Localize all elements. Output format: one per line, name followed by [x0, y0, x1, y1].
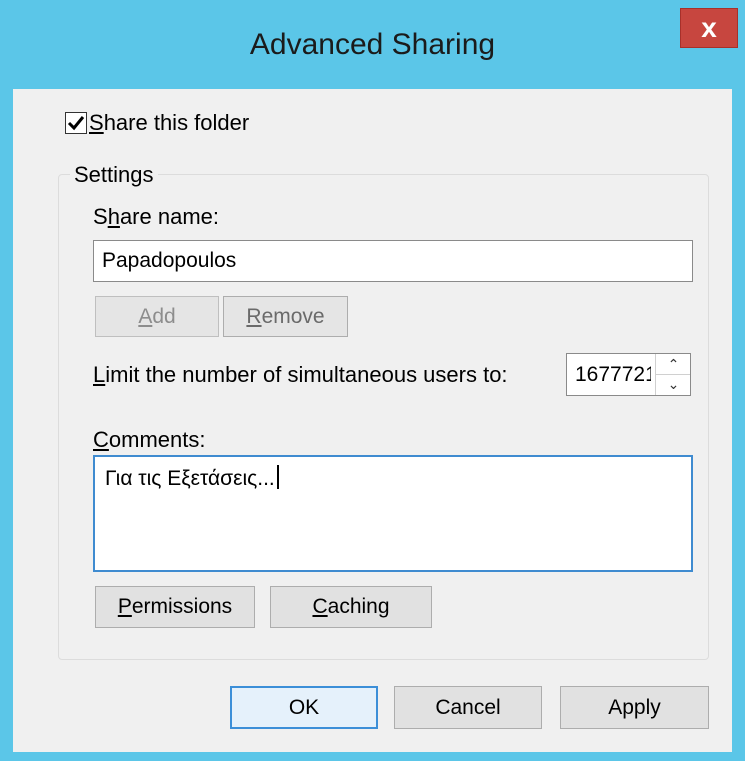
text-caret	[276, 465, 279, 489]
comments-accel: C	[93, 427, 109, 452]
remove-button[interactable]: Remove	[223, 296, 348, 337]
checkmark-icon	[67, 116, 85, 131]
limit-users-label: Limit the number of simultaneous users t…	[93, 362, 508, 388]
ok-button[interactable]: OK	[230, 686, 378, 729]
caching-label: aching	[327, 595, 390, 618]
comments-label: Comments:	[93, 427, 205, 453]
caching-button[interactable]: Caching	[270, 586, 432, 628]
add-accel: A	[138, 305, 153, 328]
comments-textarea[interactable]: Για τις Εξετάσεις...	[93, 455, 693, 572]
add-button[interactable]: Add	[95, 296, 219, 337]
comments-label-text: omments:	[108, 427, 206, 452]
share-name-accel: h	[107, 204, 120, 229]
share-folder-label[interactable]: Share this folder	[89, 110, 249, 136]
share-folder-label-text: hare this folder	[103, 110, 250, 135]
limit-label-text: imit the number of simultaneous users to…	[105, 362, 508, 387]
add-label: dd	[152, 305, 176, 328]
cancel-button[interactable]: Cancel	[394, 686, 542, 729]
share-name-label: Share name:	[93, 204, 219, 230]
share-name-value: Papadopoulos	[102, 249, 237, 272]
user-limit-value[interactable]: 16777216	[575, 363, 651, 387]
advanced-sharing-dialog: Advanced Sharing x Share this folder Set…	[0, 0, 745, 761]
share-name-label-pre: S	[93, 204, 108, 229]
share-folder-accel: S	[89, 110, 104, 135]
share-name-input[interactable]: Papadopoulos	[93, 240, 693, 282]
remove-accel: R	[246, 305, 262, 328]
permissions-accel: P	[117, 595, 132, 618]
close-icon: x	[701, 12, 717, 43]
remove-label: emove	[261, 305, 325, 328]
permissions-button[interactable]: Permissions	[95, 586, 255, 628]
close-button[interactable]: x	[680, 8, 738, 48]
user-limit-spinner[interactable]: 16777216 ⌃ ⌄	[566, 353, 691, 396]
apply-button[interactable]: Apply	[560, 686, 709, 729]
caching-accel: C	[312, 595, 328, 618]
title-bar[interactable]: Advanced Sharing x	[0, 0, 745, 89]
dialog-body: Share this folder Settings Share name: P…	[13, 89, 732, 752]
spinner-arrows: ⌃ ⌄	[655, 354, 690, 395]
window-title: Advanced Sharing	[249, 28, 496, 61]
permissions-label: ermissions	[131, 595, 233, 618]
spin-up-arrow-icon[interactable]: ⌃	[656, 354, 690, 375]
settings-group-label: Settings	[70, 162, 158, 188]
spin-down-arrow-icon[interactable]: ⌄	[656, 374, 690, 394]
share-name-label-post: are name:	[119, 204, 219, 229]
share-folder-checkbox[interactable]	[65, 112, 87, 134]
limit-accel: L	[93, 362, 106, 387]
comments-value: Για τις Εξετάσεις...	[105, 467, 275, 490]
